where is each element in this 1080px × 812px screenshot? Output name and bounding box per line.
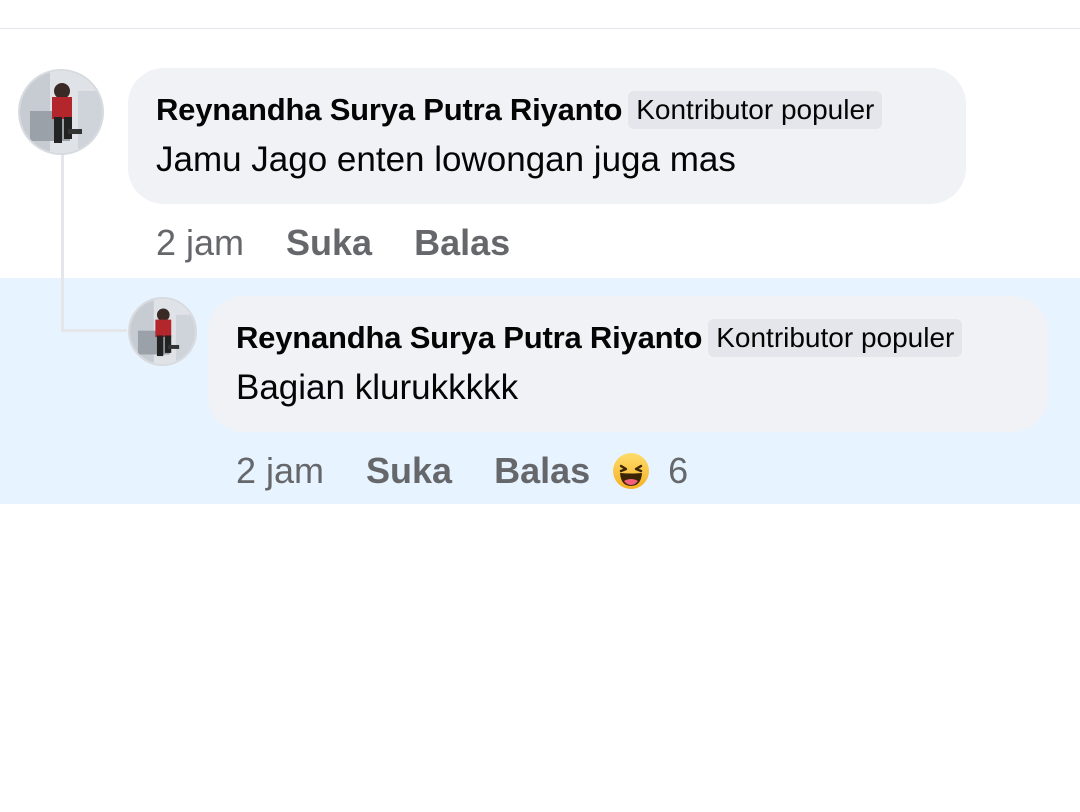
haha-emoji-icon <box>613 453 650 489</box>
comment-actions: 2 jam Suka Balas <box>156 222 510 264</box>
reply-actions: 2 jam Suka Balas 6 <box>236 450 688 492</box>
comment-header: Reynandha Surya Putra Riyanto Kontributo… <box>156 90 966 130</box>
comment-bubble: Reynandha Surya Putra Riyanto Kontributo… <box>128 68 966 204</box>
thread-connector-vertical <box>61 152 64 332</box>
avatar-photo <box>20 71 102 153</box>
top-divider <box>0 28 1080 29</box>
comment-thread-page: Reynandha Surya Putra Riyanto Kontributo… <box>0 0 1080 812</box>
contributor-badge[interactable]: Kontributor populer <box>708 319 963 357</box>
reply-button[interactable]: Balas <box>494 450 590 492</box>
thread-connector-horizontal <box>61 329 127 332</box>
reaction-count: 6 <box>668 450 689 491</box>
reaction-summary[interactable]: 6 <box>612 450 688 492</box>
avatar[interactable] <box>128 297 197 366</box>
like-button[interactable]: Suka <box>286 222 372 264</box>
comment-text: Jamu Jago enten lowongan juga mas <box>156 140 736 179</box>
author-name[interactable]: Reynandha Surya Putra Riyanto <box>156 92 622 128</box>
avatar[interactable] <box>18 69 104 155</box>
reply-bubble: Reynandha Surya Putra Riyanto Kontributo… <box>208 296 1048 432</box>
like-button[interactable]: Suka <box>366 450 452 492</box>
reply-button[interactable]: Balas <box>414 222 510 264</box>
avatar-photo <box>130 299 195 364</box>
comment-time[interactable]: 2 jam <box>156 222 244 264</box>
reply-text: Bagian klurukkkkk <box>236 368 519 407</box>
reply-time[interactable]: 2 jam <box>236 450 324 492</box>
author-name[interactable]: Reynandha Surya Putra Riyanto <box>236 320 702 356</box>
reply-header: Reynandha Surya Putra Riyanto Kontributo… <box>236 318 1048 358</box>
contributor-badge[interactable]: Kontributor populer <box>628 91 883 129</box>
